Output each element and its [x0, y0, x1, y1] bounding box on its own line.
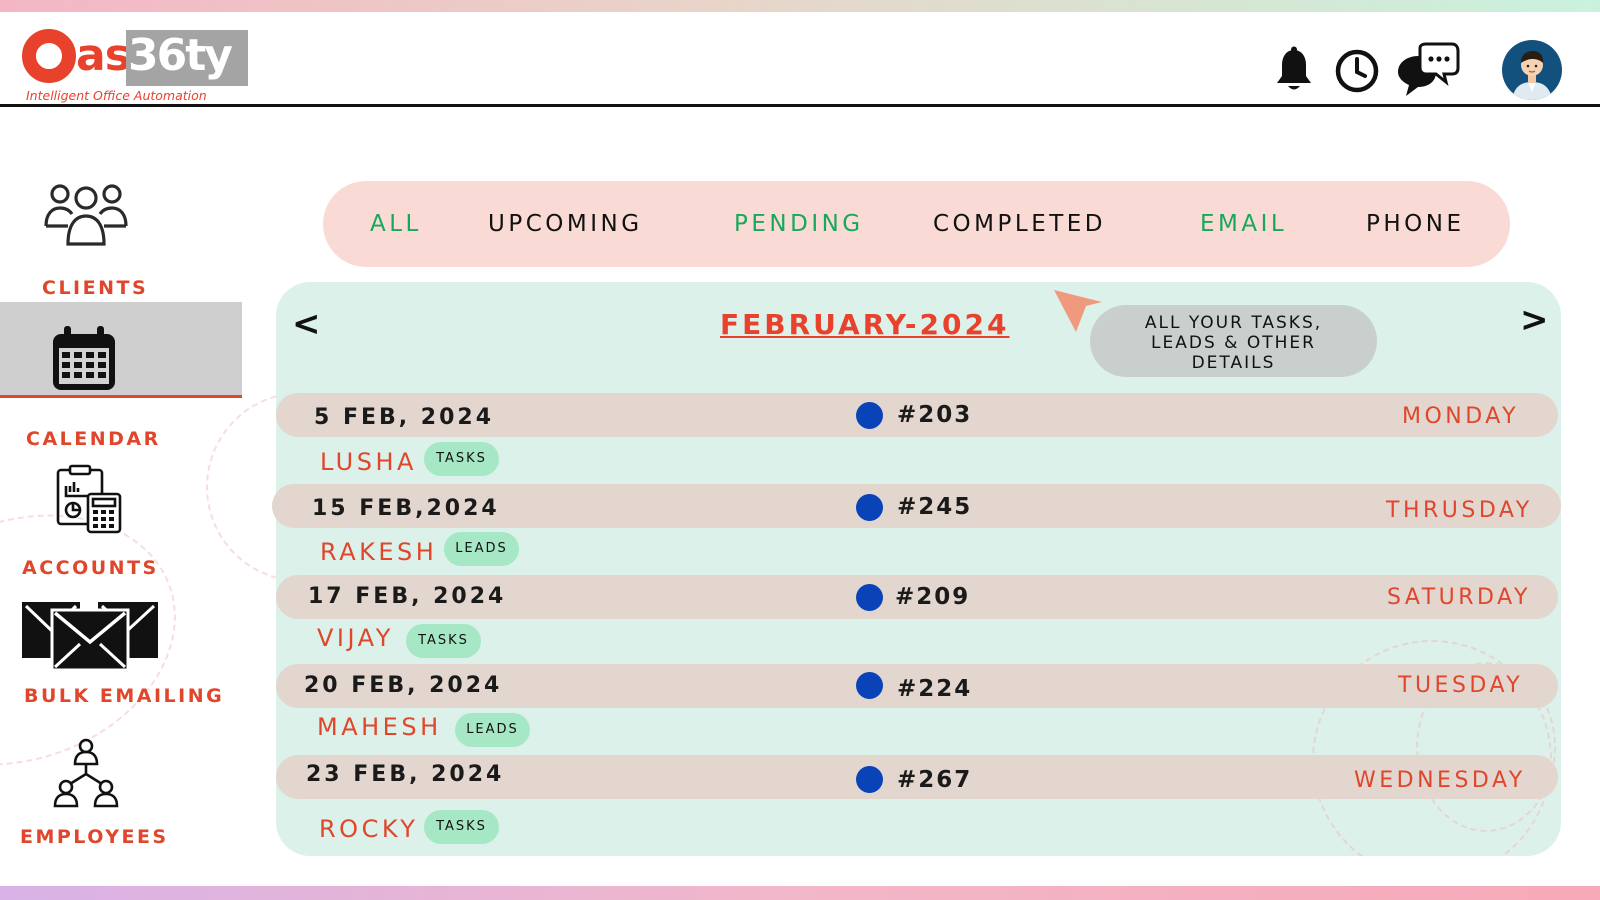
entry-id: #203: [897, 402, 973, 428]
entry-weekday: MONDAY: [1402, 404, 1520, 429]
entry-person-name: MAHESH: [317, 713, 442, 741]
calendar-icon: [53, 326, 115, 390]
entry-tag-badge[interactable]: TASKS: [424, 442, 499, 476]
entry-person-name: LUSHA: [320, 448, 417, 476]
entry-id: #267: [897, 767, 973, 793]
logo-tagline: Intelligent Office Automation: [26, 88, 207, 103]
current-month-title[interactable]: FEBRUARY-2024: [720, 308, 1009, 341]
entry-person-name: ROCKY: [319, 815, 419, 843]
logo-text-as: as: [76, 30, 131, 81]
header-divider: [0, 104, 1600, 107]
sidebar-item-label: EMPLOYEES: [20, 826, 169, 848]
tab-upcoming[interactable]: UPCOMING: [488, 211, 643, 237]
entry-date: 20 FEB, 2024: [304, 673, 503, 698]
status-dot: [856, 584, 883, 611]
tab-email[interactable]: EMAIL: [1200, 211, 1287, 237]
next-month-button[interactable]: >: [1520, 300, 1549, 340]
info-tooltip: ALL YOUR TASKS, LEADS & OTHER DETAILS: [1090, 305, 1377, 377]
status-dot: [856, 494, 883, 521]
status-dot: [856, 402, 883, 429]
prev-month-button[interactable]: <: [292, 304, 321, 344]
clock-icon[interactable]: [1334, 48, 1380, 94]
entry-weekday: THRUSDAY: [1386, 498, 1533, 523]
tab-all[interactable]: ALL: [370, 211, 422, 237]
entry-tag-badge[interactable]: TASKS: [424, 810, 499, 844]
entry-weekday: WEDNESDAY: [1354, 768, 1526, 793]
tooltip-line: DETAILS: [1191, 353, 1276, 373]
sidebar-item-label: BULK EMAILING: [24, 685, 225, 707]
entry-person-name: RAKESH: [320, 538, 438, 566]
status-dot: [856, 766, 883, 793]
tooltip-line: ALL YOUR TASKS,: [1144, 313, 1323, 333]
bottom-gradient-strip: [0, 886, 1600, 900]
entry-tag-badge[interactable]: LEADS: [455, 713, 530, 747]
entry-date: 5 FEB, 2024: [314, 405, 495, 430]
top-gradient-strip: [0, 0, 1600, 12]
entry-date: 17 FEB, 2024: [308, 584, 507, 609]
status-dot: [856, 672, 883, 699]
entry-date: 15 FEB,2024: [312, 496, 500, 521]
entry-weekday: TUESDAY: [1398, 673, 1524, 698]
sidebar-item-label: CLIENTS: [42, 277, 149, 299]
logo-o-mark: [22, 29, 76, 83]
sidebar-item-label: ACCOUNTS: [22, 557, 159, 579]
entry-date: 23 FEB, 2024: [306, 762, 505, 787]
tab-pending[interactable]: PENDING: [734, 211, 864, 237]
entry-tag-badge[interactable]: TASKS: [406, 624, 481, 658]
tooltip-line: LEADS & OTHER: [1151, 333, 1316, 353]
person-icon: [1512, 51, 1552, 100]
entry-id: #224: [897, 676, 973, 702]
employees-icon: [53, 738, 119, 808]
sidebar-active-highlight: [0, 302, 242, 398]
envelope-icon: [22, 602, 158, 672]
chat-icon[interactable]: [1394, 42, 1460, 98]
entry-tag-badge[interactable]: LEADS: [444, 532, 519, 566]
tab-phone[interactable]: PHONE: [1366, 211, 1465, 237]
sidebar-item-label: CALENDAR: [26, 428, 161, 450]
filter-tab-bar: ALL UPCOMING PENDING COMPLETED EMAIL PHO…: [323, 181, 1510, 267]
bell-icon[interactable]: [1274, 46, 1314, 94]
user-avatar[interactable]: [1502, 40, 1562, 100]
entry-id: #209: [895, 584, 971, 610]
brand-logo[interactable]: as 36ty Intelligent Office Automation: [22, 28, 248, 104]
logo-text-number: 36ty: [128, 30, 233, 81]
entry-id: #245: [897, 494, 973, 520]
entry-person-name: VIJAY: [317, 624, 394, 652]
tab-completed[interactable]: COMPLETED: [933, 211, 1106, 237]
accounts-icon: [56, 464, 122, 534]
clients-icon: [44, 184, 128, 246]
entry-weekday: SATURDAY: [1387, 585, 1531, 610]
